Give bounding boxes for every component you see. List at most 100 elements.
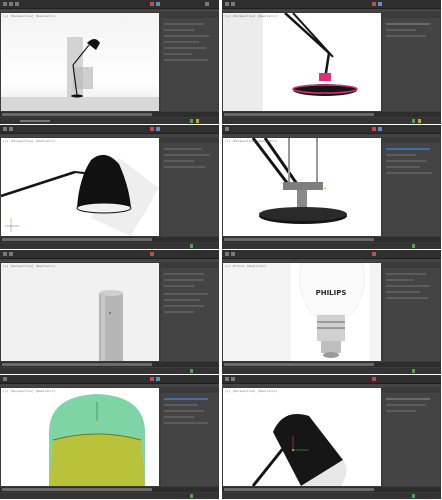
viewport-label[interactable]: [+] [Perspective] [Realistic] bbox=[3, 389, 55, 393]
lamp-base-closeup[interactable] bbox=[223, 138, 381, 236]
viewport[interactable]: [+] [Perspective] [Realistic] bbox=[1, 13, 159, 111]
viewport[interactable]: [+] [Perspective] [Realistic] bbox=[223, 13, 381, 111]
panel-6: [+] [Front] [Realistic] PHILIPS bbox=[222, 250, 441, 374]
toolbar-icon[interactable] bbox=[150, 2, 154, 6]
timeline[interactable] bbox=[222, 112, 441, 117]
viewport-label[interactable]: [+] [Perspective] [Realistic] bbox=[3, 14, 55, 18]
command-panel-tabs[interactable] bbox=[161, 263, 218, 268]
command-panel-tabs[interactable] bbox=[383, 138, 440, 143]
toolbar-icon[interactable] bbox=[9, 252, 13, 256]
command-panel-tabs[interactable] bbox=[161, 388, 218, 393]
timeline[interactable] bbox=[0, 112, 219, 117]
command-panel-tabs[interactable] bbox=[383, 263, 440, 268]
toolbar-icon[interactable] bbox=[3, 377, 7, 381]
viewport-label[interactable]: [+] [Perspective] [Realistic] bbox=[225, 14, 277, 18]
play-icon[interactable] bbox=[190, 494, 193, 498]
toolbar-icon[interactable] bbox=[156, 127, 160, 131]
command-panel-tabs[interactable] bbox=[383, 388, 440, 393]
viewport[interactable]: [+] [Front] [Realistic] PHILIPS bbox=[223, 263, 381, 361]
viewport[interactable]: [+] [Perspective] [Realistic] bbox=[1, 138, 159, 236]
bulb-model[interactable] bbox=[1, 388, 159, 486]
menu-bar bbox=[222, 384, 441, 387]
main-toolbar bbox=[222, 0, 441, 9]
command-panel[interactable] bbox=[383, 388, 440, 486]
lamp-head-model[interactable] bbox=[223, 388, 381, 486]
toolbar-icon[interactable] bbox=[3, 127, 7, 131]
lamp-shade-model[interactable] bbox=[1, 138, 159, 236]
play-icon[interactable] bbox=[190, 119, 193, 123]
toolbar-icon[interactable] bbox=[156, 377, 160, 381]
command-panel[interactable] bbox=[161, 138, 218, 236]
panel-2: [+] [Perspective] [Realistic] bbox=[222, 0, 441, 124]
toolbar-icon[interactable] bbox=[9, 2, 13, 6]
toolbar-icon[interactable] bbox=[150, 377, 154, 381]
bulb-reference-image[interactable]: PHILIPS bbox=[223, 263, 381, 361]
command-panel[interactable] bbox=[161, 388, 218, 486]
main-toolbar bbox=[0, 125, 219, 134]
timeline[interactable] bbox=[222, 237, 441, 242]
toolbar-icon[interactable] bbox=[225, 2, 229, 6]
toolbar-icon[interactable] bbox=[3, 2, 7, 6]
command-panel-tabs[interactable] bbox=[383, 13, 440, 18]
key-icon[interactable] bbox=[418, 119, 421, 123]
play-icon[interactable] bbox=[412, 244, 415, 248]
toolbar-icon[interactable] bbox=[3, 252, 7, 256]
lamp-base-model[interactable] bbox=[223, 13, 381, 111]
main-toolbar bbox=[222, 125, 441, 134]
toolbar-icon[interactable] bbox=[225, 252, 229, 256]
viewport[interactable]: [+] [Perspective] [Realistic] bbox=[223, 388, 381, 486]
command-panel-tabs[interactable] bbox=[161, 13, 218, 18]
toolbar-icon[interactable] bbox=[231, 2, 235, 6]
toolbar-icon[interactable] bbox=[372, 2, 376, 6]
play-icon[interactable] bbox=[412, 369, 415, 373]
viewport[interactable]: [+] [Perspective] [Realistic] bbox=[1, 263, 159, 361]
status-bar bbox=[222, 368, 441, 374]
play-icon[interactable] bbox=[412, 119, 415, 123]
toolbar-icon[interactable] bbox=[378, 127, 382, 131]
viewport-label[interactable]: [+] [Perspective] [Realistic] bbox=[225, 389, 277, 393]
toolbar-icon[interactable] bbox=[205, 2, 209, 6]
toolbar-icon[interactable] bbox=[231, 377, 235, 381]
play-icon[interactable] bbox=[412, 494, 415, 498]
toolbar-icon[interactable] bbox=[156, 2, 160, 6]
toolbar-icon[interactable] bbox=[372, 252, 376, 256]
lamp-model[interactable] bbox=[1, 13, 159, 111]
toolbar-icon[interactable] bbox=[150, 252, 154, 256]
command-panel[interactable] bbox=[161, 263, 218, 361]
command-panel-tabs[interactable] bbox=[161, 138, 218, 143]
timeline[interactable] bbox=[0, 362, 219, 367]
viewport[interactable]: [+] [Perspective] [Realistic] bbox=[1, 388, 159, 486]
toolbar-icon[interactable] bbox=[372, 377, 376, 381]
timeline[interactable] bbox=[0, 487, 219, 492]
timeline[interactable] bbox=[222, 487, 441, 492]
command-panel[interactable] bbox=[383, 13, 440, 111]
command-panel[interactable] bbox=[161, 13, 218, 111]
toolbar-icon[interactable] bbox=[378, 2, 382, 6]
key-icon[interactable] bbox=[196, 119, 199, 123]
viewport[interactable]: [+] [Perspective] [Realistic] bbox=[223, 138, 381, 236]
menu-bar bbox=[222, 259, 441, 262]
toolbar-icon[interactable] bbox=[225, 127, 229, 131]
play-icon[interactable] bbox=[190, 244, 193, 248]
timeline[interactable] bbox=[0, 237, 219, 242]
viewport-label[interactable]: [+] [Perspective] [Realistic] bbox=[3, 264, 55, 268]
command-panel[interactable] bbox=[383, 138, 440, 236]
viewport-label[interactable]: [+] [Front] [Realistic] bbox=[225, 264, 267, 268]
viewport-label[interactable]: [+] [Perspective] [Realistic] bbox=[3, 139, 55, 143]
timeline[interactable] bbox=[222, 362, 441, 367]
menu-bar bbox=[0, 9, 219, 12]
toolbar-icon[interactable] bbox=[150, 127, 154, 131]
panel-8: [+] [Perspective] [Realistic] bbox=[222, 375, 441, 499]
play-icon[interactable] bbox=[190, 369, 193, 373]
menu-bar bbox=[222, 9, 441, 12]
command-panel[interactable] bbox=[383, 263, 440, 361]
toolbar-icon[interactable] bbox=[372, 127, 376, 131]
cylinder-model[interactable] bbox=[1, 263, 159, 361]
toolbar-icon[interactable] bbox=[225, 377, 229, 381]
menu-bar bbox=[222, 134, 441, 137]
toolbar-icon[interactable] bbox=[15, 2, 19, 6]
toolbar-icon[interactable] bbox=[231, 252, 235, 256]
main-toolbar bbox=[222, 250, 441, 259]
viewport-label[interactable]: [+] [Perspective] [Realistic] bbox=[225, 139, 277, 143]
toolbar-icon[interactable] bbox=[9, 127, 13, 131]
